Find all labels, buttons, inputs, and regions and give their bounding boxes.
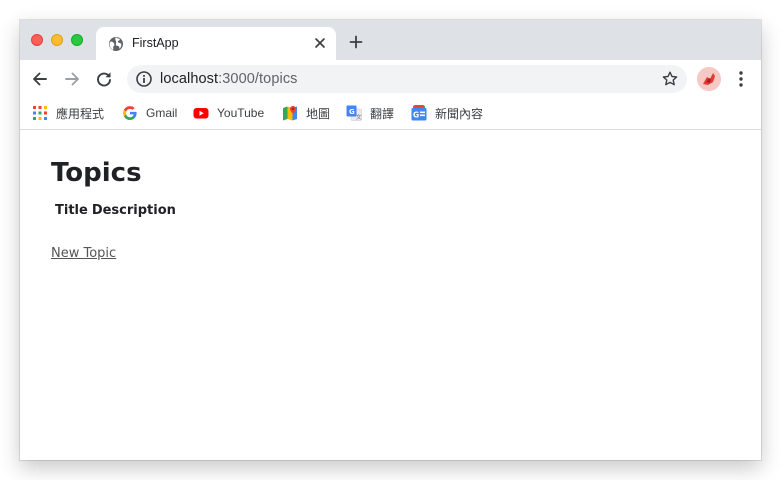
browser-tab[interactable]: FirstApp [96,27,336,60]
topics-table-header: Title Description [55,203,176,218]
google-icon [123,106,137,121]
bookmark-label: 地圖 [306,106,331,121]
svg-text:G: G [349,108,355,116]
back-arrow-icon[interactable] [30,69,50,89]
youtube-icon [193,108,209,119]
maps-icon [283,106,297,121]
svg-text:G: G [413,111,419,120]
svg-text:文: 文 [356,113,362,121]
bookmarks-bar: 應用程式 Gmail YouTube 地圖 G 文 翻譯 G 新聞內容 [20,97,761,130]
news-icon: G [411,105,427,121]
info-icon[interactable] [135,70,153,88]
apps-grid-icon [33,106,47,120]
close-tab-icon[interactable] [312,35,328,51]
bookmark-label: Gmail [146,106,178,120]
address-bar[interactable]: localhost:3000/topics [127,65,687,93]
bookmark-translate[interactable]: G 文 翻譯 [346,104,394,122]
bookmark-label: 新聞內容 [435,106,484,121]
bookmark-apps[interactable]: 應用程式 [32,104,104,122]
bookmark-label: 應用程式 [56,106,105,121]
browser-window: FirstApp localhost:3000/topics 應用程式 Gmai… [20,20,761,460]
page-title: Topics [51,158,142,188]
minimize-window-button[interactable] [51,34,63,46]
bookmark-label: YouTube [217,106,265,120]
column-header-description: Description [91,203,176,218]
new-topic-link[interactable]: New Topic [51,246,116,261]
forward-arrow-icon[interactable] [62,69,82,89]
translate-icon: G 文 [346,105,362,121]
bookmark-news[interactable]: G 新聞內容 [411,104,483,122]
browser-toolbar: localhost:3000/topics [20,60,761,97]
bookmark-youtube[interactable]: YouTube [193,104,264,122]
column-header-title: Title [55,203,88,218]
zoom-window-button[interactable] [71,34,83,46]
url-host: localhost [160,71,219,87]
reload-icon[interactable] [94,69,114,89]
profile-avatar[interactable] [697,67,721,91]
bookmark-label: 翻譯 [370,106,395,121]
bookmark-star-icon[interactable] [661,70,679,88]
globe-icon [109,37,123,51]
page-content: Topics Title Description New Topic [20,130,761,460]
close-window-button[interactable] [31,34,43,46]
new-tab-icon[interactable] [348,34,364,50]
url-text[interactable]: localhost:3000/topics [160,71,298,87]
avatar-icon [697,67,721,91]
more-menu-icon[interactable] [732,69,750,89]
url-path: :3000/topics [218,71,298,87]
tab-title: FirstApp [132,36,179,50]
bookmark-gmail[interactable]: Gmail [122,104,177,122]
bookmark-maps[interactable]: 地圖 [282,104,330,122]
tab-strip: FirstApp [20,20,761,60]
